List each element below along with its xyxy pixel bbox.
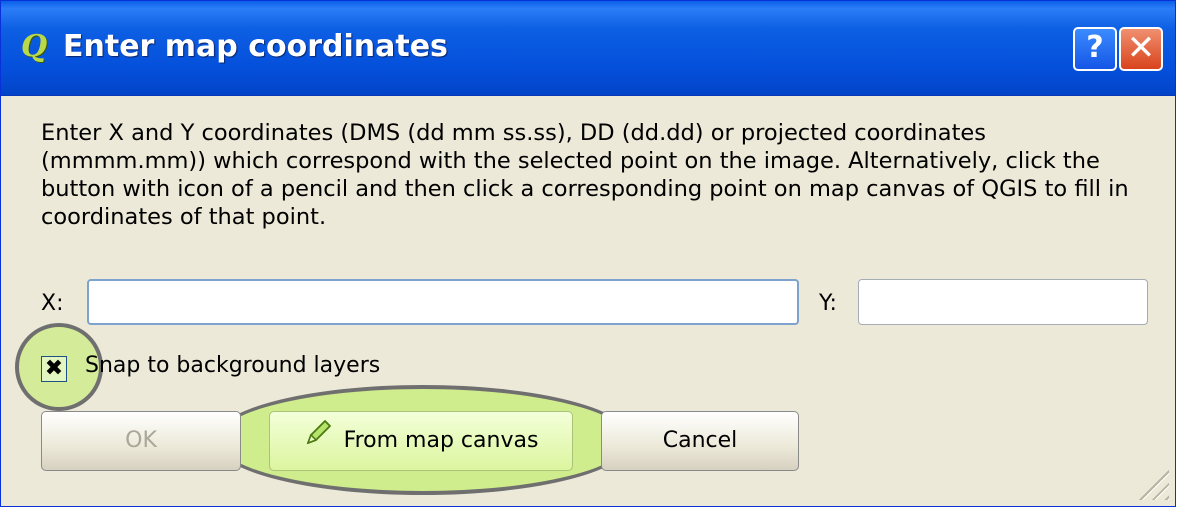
- pencil-icon: [304, 412, 334, 470]
- dialog-title: Enter map coordinates: [63, 29, 448, 64]
- x-coordinate-input[interactable]: [87, 279, 799, 325]
- ok-button-label: OK: [125, 428, 157, 453]
- y-label: Y:: [819, 291, 837, 316]
- y-coordinate-input[interactable]: [858, 279, 1148, 325]
- close-button[interactable]: ✕: [1119, 27, 1163, 71]
- snap-checkbox[interactable]: ✖: [41, 356, 67, 382]
- title-bar[interactable]: Q Enter map coordinates ? ✕: [1, 1, 1175, 96]
- from-map-canvas-button[interactable]: From map canvas: [269, 411, 573, 471]
- resize-grip[interactable]: [1137, 468, 1169, 500]
- ok-button[interactable]: OK: [41, 411, 241, 471]
- snap-checkbox-label[interactable]: Snap to background layers: [85, 353, 380, 378]
- help-button[interactable]: ?: [1073, 27, 1117, 71]
- dialog-window: Q Enter map coordinates ? ✕ Enter X and …: [0, 0, 1176, 507]
- cancel-button-label: Cancel: [662, 428, 738, 453]
- instructions-text: Enter X and Y coordinates (DMS (dd mm ss…: [41, 120, 1129, 230]
- cancel-button[interactable]: Cancel: [601, 411, 799, 471]
- x-label: X:: [41, 291, 64, 316]
- from-map-canvas-label: From map canvas: [343, 428, 539, 453]
- qgis-icon: Q: [21, 29, 48, 64]
